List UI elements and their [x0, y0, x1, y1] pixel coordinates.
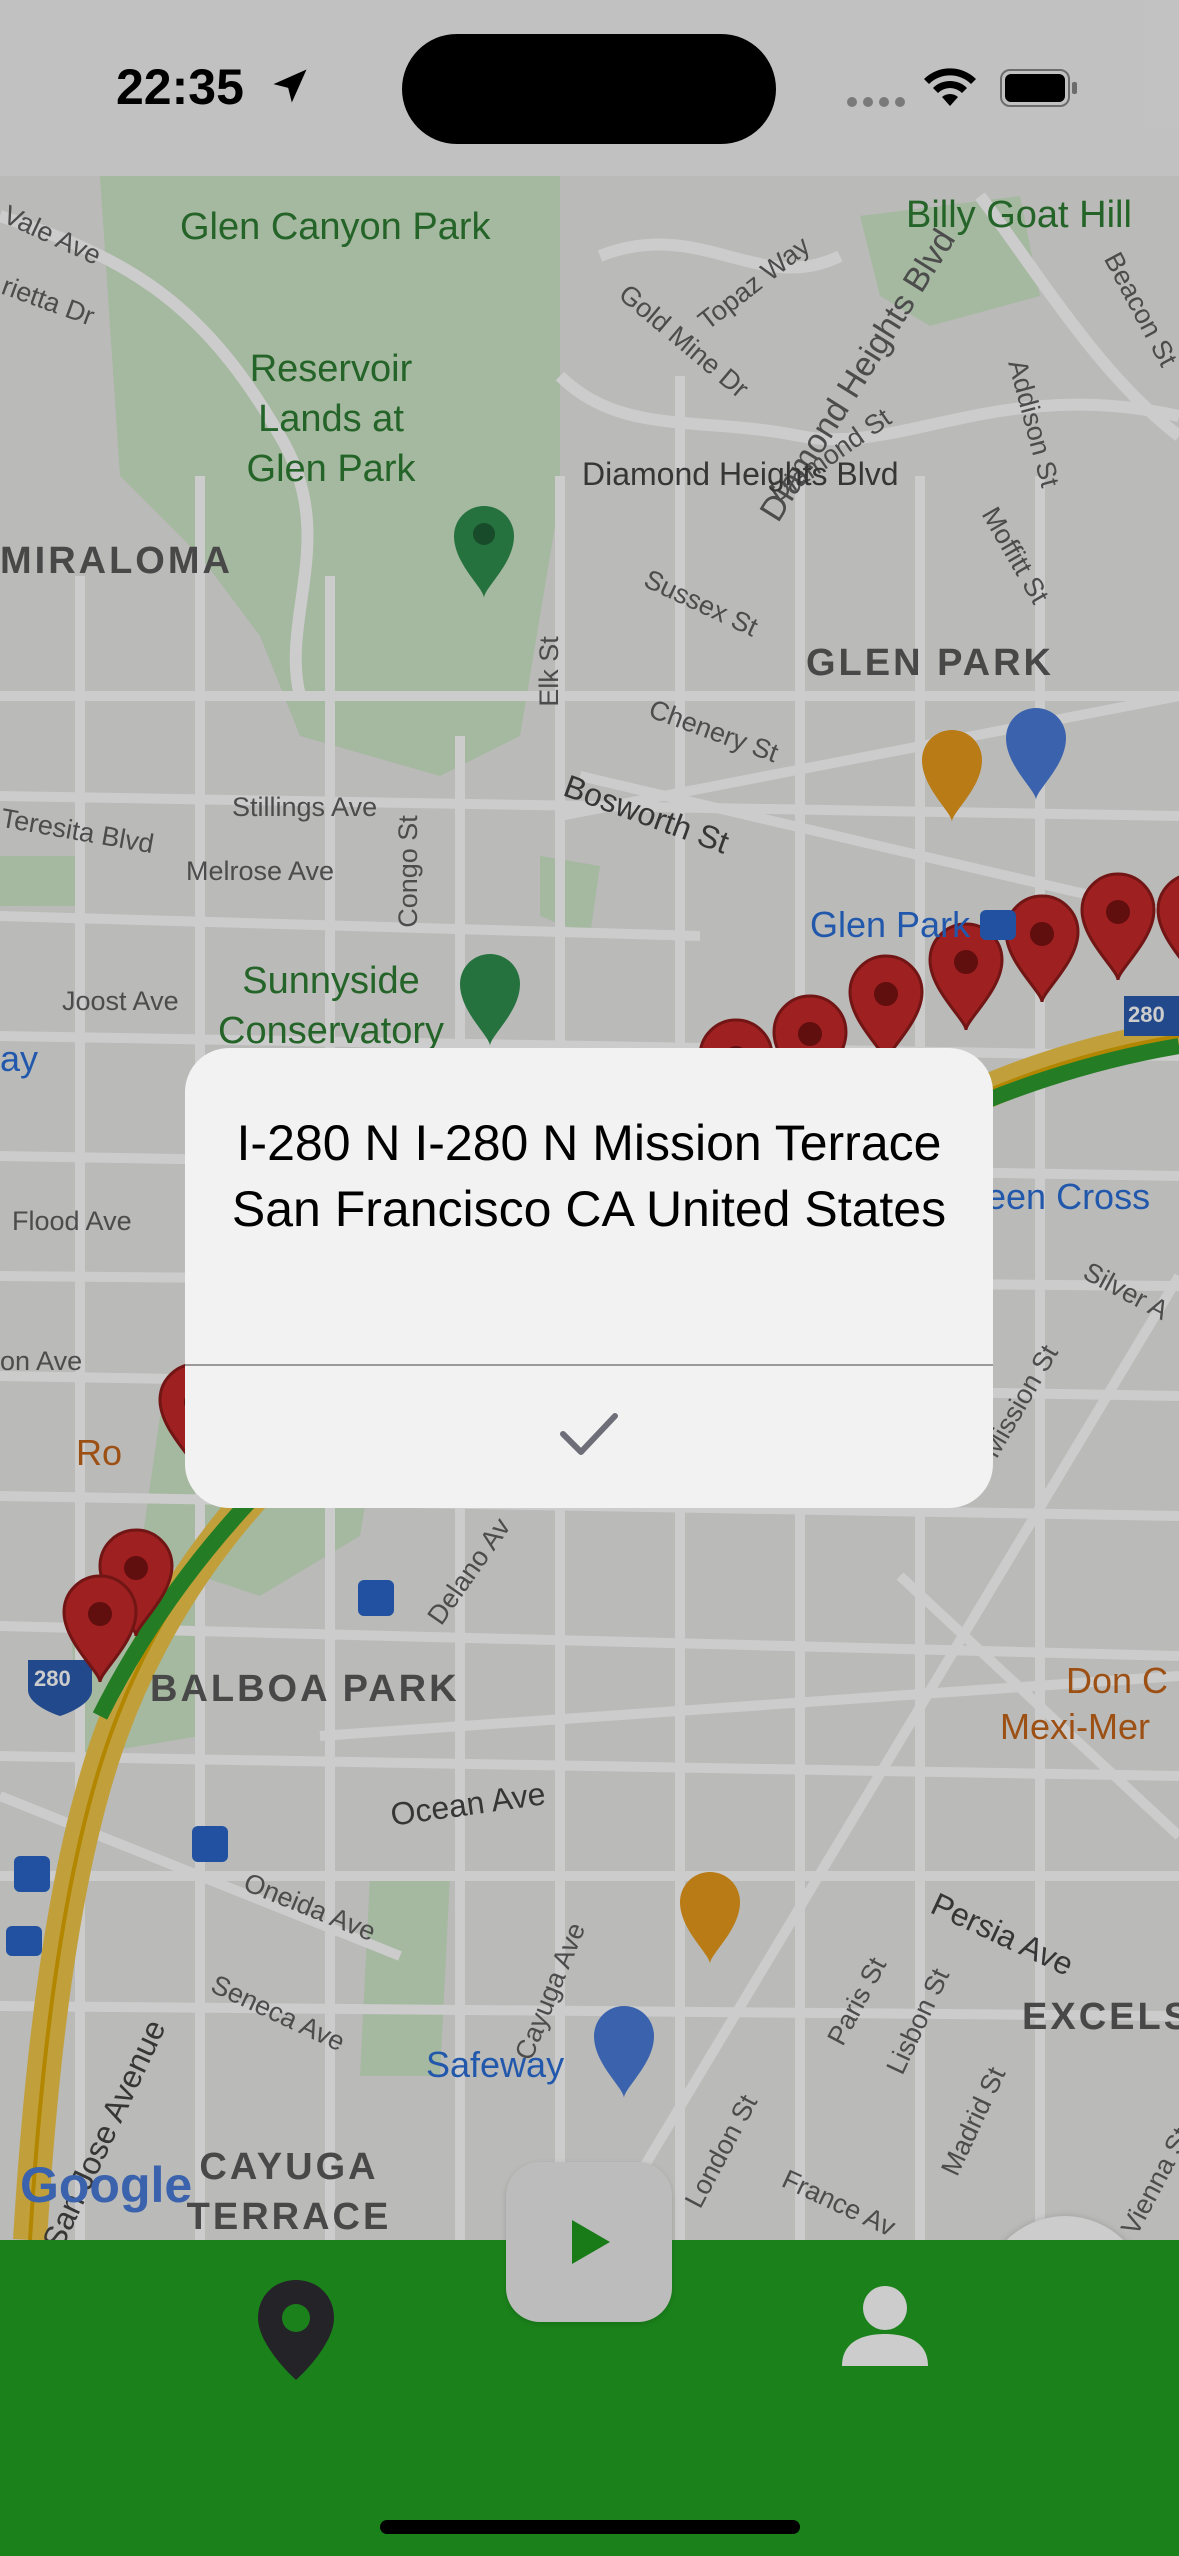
alert-title: I-280 N I-280 N Mission Terrace San Fran… — [231, 1115, 947, 1237]
alert-confirm-button[interactable] — [185, 1366, 993, 1508]
checkmark-icon — [560, 1413, 618, 1455]
address-alert: I-280 N I-280 N Mission Terrace San Fran… — [185, 1048, 993, 1508]
